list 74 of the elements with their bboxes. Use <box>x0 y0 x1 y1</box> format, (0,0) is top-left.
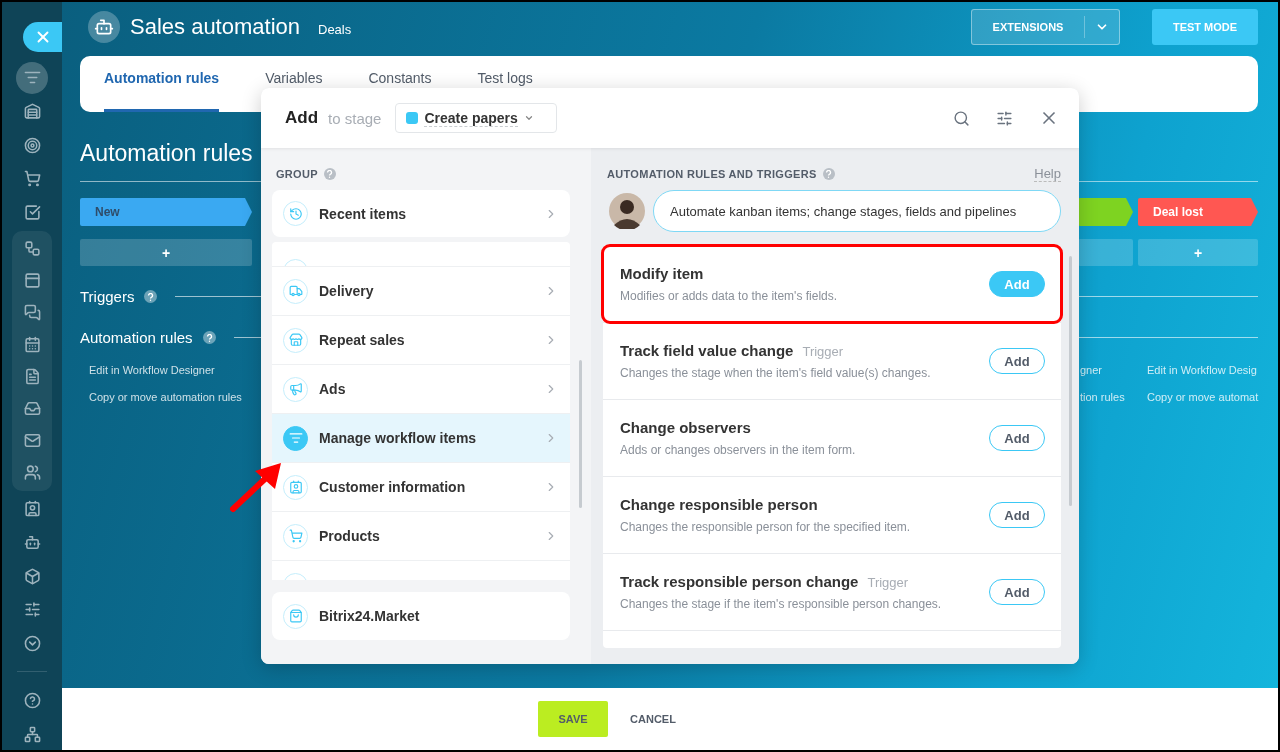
scrollbar[interactable] <box>1069 256 1072 506</box>
cart-icon <box>23 170 41 188</box>
panel-label: GROUP <box>276 168 318 180</box>
scrollbar[interactable] <box>579 360 582 508</box>
tab[interactable]: Automation rules <box>104 56 220 112</box>
shopping-bag-icon <box>283 603 308 629</box>
panel-icon <box>23 272 41 290</box>
checkbox-icon <box>23 204 41 222</box>
stage-select[interactable]: Create papers <box>395 103 557 133</box>
rule-description: Changes the stage if the item's responsible person changes. <box>620 597 943 611</box>
caret-icon <box>523 113 534 123</box>
search-button[interactable] <box>953 109 970 127</box>
megaphone-icon <box>283 376 308 402</box>
panel-label: AUTOMATION RULES AND TRIGGERS <box>607 168 817 180</box>
truck-icon <box>283 278 308 304</box>
add-stage-button[interactable]: + <box>80 239 252 266</box>
history-icon <box>283 201 308 226</box>
help-icon[interactable] <box>144 290 158 303</box>
section-title: Automation rules <box>80 329 193 346</box>
contact-card-icon <box>23 500 41 517</box>
rule-description: Changes the responsible person for the specified item. <box>620 520 912 534</box>
search-icon <box>953 109 970 127</box>
filter-icon <box>283 425 308 451</box>
link[interactable]: Edit in Workflow Designer <box>89 364 242 376</box>
rule-tag: Trigger <box>867 575 909 590</box>
cube-icon <box>23 567 41 585</box>
mail-icon <box>23 432 41 450</box>
contact-card-icon <box>283 474 308 500</box>
section-heading: Automation rules <box>80 140 253 167</box>
sliders-icon <box>23 601 41 619</box>
robot-icon <box>23 533 41 551</box>
close-button[interactable] <box>23 22 63 52</box>
rule-title: Change responsible person <box>620 496 818 513</box>
hint-bubble: Automate kanban items; change stages, fields and pipelines <box>653 190 1061 232</box>
help-icon <box>23 691 41 709</box>
stage-bar[interactable]: New <box>80 198 252 226</box>
add-button[interactable]: Add <box>989 502 1045 528</box>
inbox-icon <box>23 400 41 418</box>
save-button[interactable]: SAVE <box>538 701 609 737</box>
document-icon <box>23 368 41 386</box>
link[interactable]: Copy or move automation rules <box>89 391 242 403</box>
rule-title: Track field value change <box>620 342 794 359</box>
users-icon <box>23 464 41 482</box>
rule-description: Adds or changes observers in the item form. <box>620 443 857 457</box>
chevron-down-icon <box>23 635 41 653</box>
avatar <box>609 193 645 229</box>
warehouse-icon <box>23 102 41 120</box>
add-button[interactable]: Add <box>989 579 1045 605</box>
section-title: Triggers <box>80 288 135 305</box>
group-item[interactable]: Manage workflow items <box>272 414 570 463</box>
rule-description: Changes the stage when the item's field value(s) changes. <box>620 366 932 380</box>
rule-title: Change observers <box>620 419 751 436</box>
stage-prefix: to stage <box>328 109 382 127</box>
robot-icon <box>88 11 120 43</box>
settings-button[interactable] <box>996 109 1013 127</box>
sliders-icon <box>996 109 1013 127</box>
page-subtitle: Deals <box>318 22 352 37</box>
calendar-icon <box>23 336 41 354</box>
cart-icon <box>283 523 308 549</box>
chat-icon <box>23 304 41 322</box>
rule-description: Modifies or adds data to the item's fields. <box>620 289 839 303</box>
rule-title: Track responsible person change <box>620 573 859 590</box>
add-button[interactable]: Add <box>989 348 1045 374</box>
rule-title: Modify item <box>620 265 704 282</box>
target-icon <box>23 136 41 154</box>
add-button[interactable]: Add <box>989 425 1045 451</box>
cancel-button[interactable]: CANCEL <box>624 712 682 726</box>
network-icon <box>23 725 41 743</box>
help-icon[interactable] <box>202 331 216 344</box>
rule-tag: Trigger <box>802 344 844 359</box>
workflow-icon <box>23 240 41 258</box>
sidebar-button[interactable] <box>16 61 48 94</box>
store-icon <box>283 327 308 353</box>
page-title: Sales automation <box>130 14 300 40</box>
